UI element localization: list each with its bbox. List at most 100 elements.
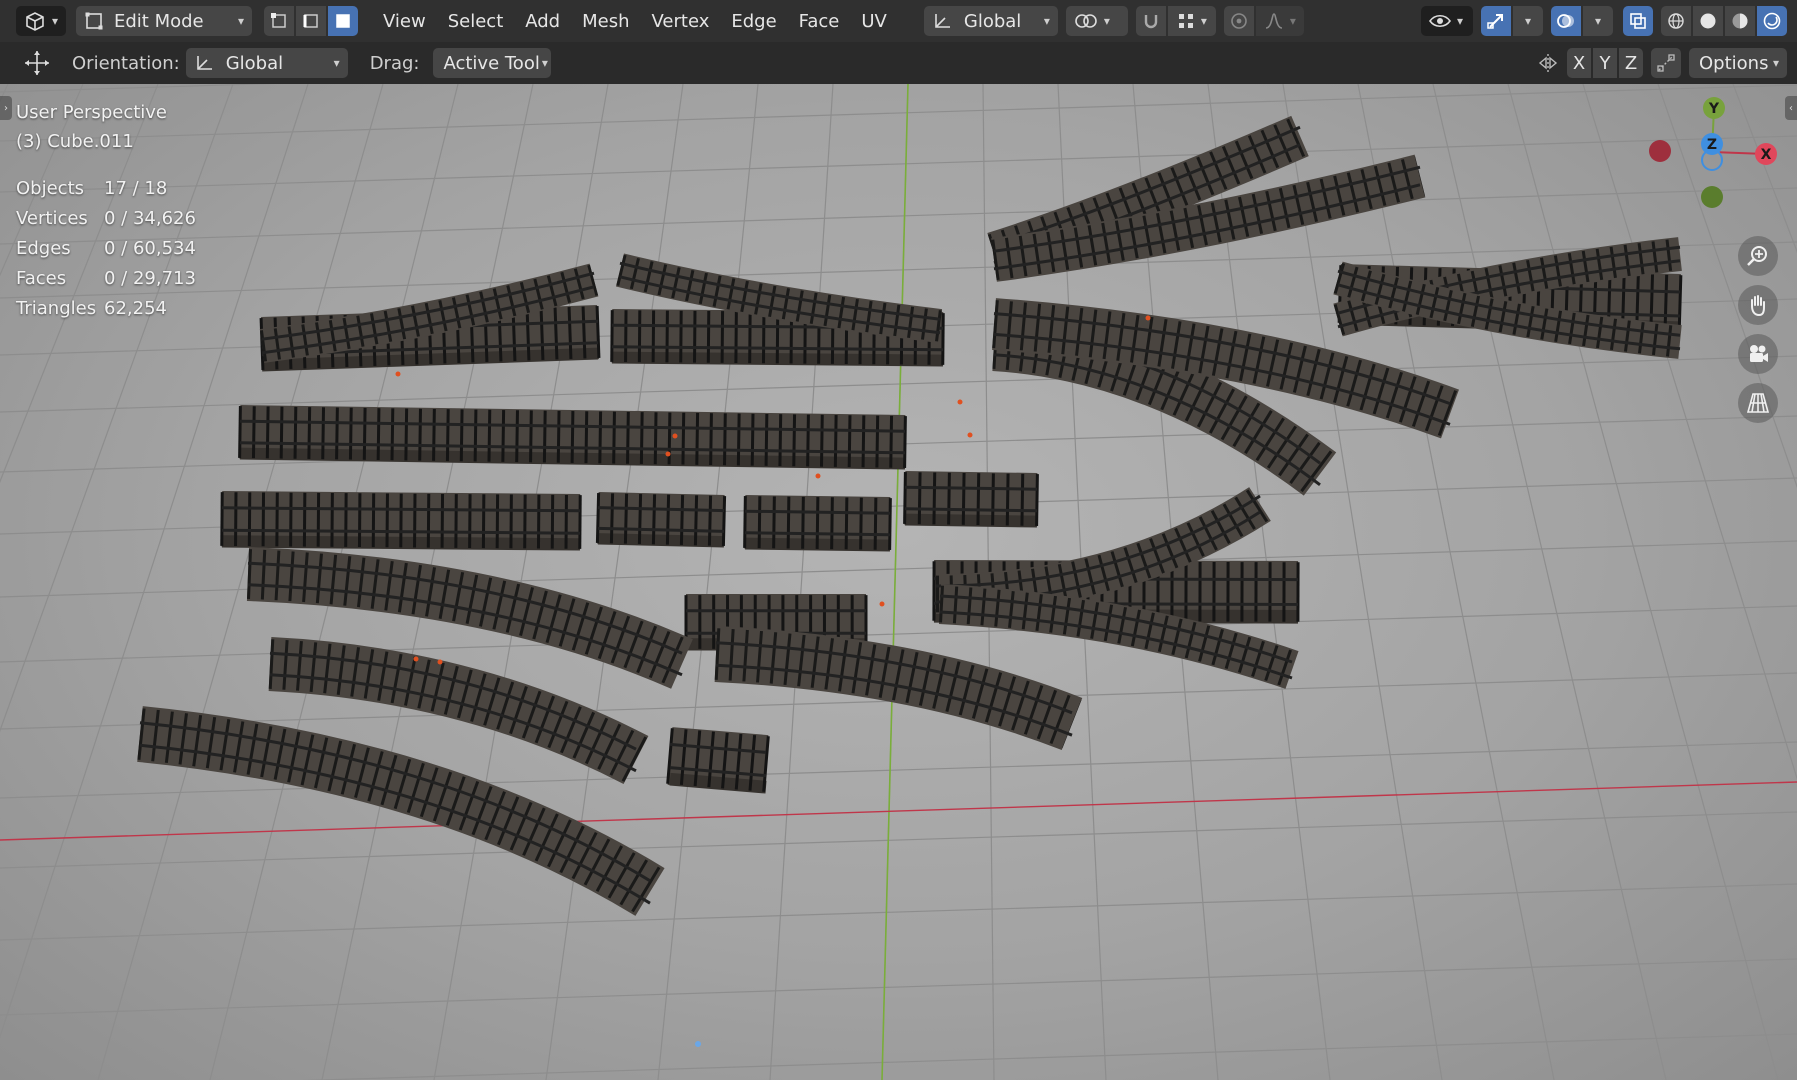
view-name: User Perspective <box>16 102 167 123</box>
stat-row-vertices: Vertices 0 / 34,626 <box>16 204 196 234</box>
proportional-edit-toggle[interactable] <box>1223 6 1254 36</box>
vertex-select-button[interactable] <box>264 6 294 36</box>
chevron-down-icon: ▾ <box>1772 56 1779 70</box>
menu-edge[interactable]: Edge <box>720 11 787 32</box>
options-dropdown[interactable]: Options ▾ <box>1689 48 1787 78</box>
active-object-name: (3) Cube.011 <box>16 131 134 152</box>
origin-marker <box>672 433 678 439</box>
mirror-x-toggle[interactable]: X <box>1567 48 1591 78</box>
menu-add[interactable]: Add <box>514 11 571 32</box>
origin-marker <box>1145 315 1151 321</box>
stat-label: Vertices <box>16 208 88 229</box>
3d-viewport[interactable]: › ‹ User Perspective (3) Cube.011 Object… <box>0 84 1797 1080</box>
zoom-icon <box>1747 246 1767 266</box>
menu-uv[interactable]: UV <box>850 11 898 32</box>
pan-button[interactable] <box>1738 285 1778 325</box>
topology-mirror-icon <box>1657 54 1675 72</box>
orientation-dropdown[interactable]: Global ▾ <box>185 48 348 78</box>
mode-dropdown[interactable]: Edit Mode ▾ <box>76 6 252 36</box>
drag-label: Drag: <box>369 52 420 74</box>
wireframe-shading-button[interactable] <box>1661 6 1691 36</box>
stat-value: 17 / 18 <box>104 178 168 199</box>
overlays-toggle[interactable] <box>1551 6 1581 36</box>
negative-x-axis-handle <box>1649 140 1671 162</box>
camera-view-button[interactable] <box>1738 334 1778 374</box>
origin-marker <box>395 371 401 377</box>
mirror-z-toggle[interactable]: Z <box>1619 48 1643 78</box>
menu-view[interactable]: View <box>372 11 437 32</box>
toolbar-expand-tab[interactable]: › <box>0 96 12 120</box>
overlays-icon <box>1557 14 1574 28</box>
projection-toggle-button[interactable] <box>1738 383 1778 423</box>
scene-statistics: Objects 17 / 18 Vertices 0 / 34,626 Edges 0… <box>16 174 196 324</box>
drag-value: Active Tool <box>443 52 540 74</box>
mirror-y-label: Y <box>1599 52 1611 74</box>
menu-vertex[interactable]: Vertex <box>641 11 721 32</box>
butterfly-mirror-icon <box>1538 54 1558 72</box>
menu-mesh[interactable]: Mesh <box>571 11 640 32</box>
falloff-curve-icon <box>1265 13 1283 29</box>
track-piece-0 <box>238 405 907 470</box>
track-piece-24 <box>714 626 1083 751</box>
visibility-dropdown[interactable]: ▾ <box>1421 6 1473 36</box>
chevron-down-icon: ▾ <box>237 14 244 28</box>
face-select-button[interactable] <box>328 6 358 36</box>
menu-face[interactable]: Face <box>788 11 851 32</box>
chevron-down-icon: ▾ <box>51 14 58 28</box>
editor-type-dropdown[interactable]: ▾ <box>16 6 66 36</box>
orientation-axes-icon <box>196 56 212 70</box>
origin-marker <box>665 451 671 457</box>
stat-row-edges: Edges 0 / 60,534 <box>16 234 196 264</box>
stat-value: 0 / 29,713 <box>104 268 196 289</box>
gizmo-z-label: Z <box>1707 137 1717 153</box>
transform-orientation-value: Global <box>963 10 1022 32</box>
stat-value: 0 / 34,626 <box>104 208 196 229</box>
edge-select-button[interactable] <box>296 6 326 36</box>
y-axis-line <box>881 84 909 1080</box>
falloff-dropdown[interactable]: ▾ <box>1255 6 1304 36</box>
menu-select[interactable]: Select <box>437 11 515 32</box>
topology-mirror-toggle[interactable] <box>1651 48 1681 78</box>
snap-toggle[interactable] <box>1135 6 1166 36</box>
chevron-down-icon: ▾ <box>1200 14 1207 28</box>
track-piece-2 <box>595 492 727 548</box>
wireframe-sphere-icon <box>1668 13 1684 29</box>
material-sphere-icon <box>1732 13 1748 29</box>
viewport-canvas <box>0 84 1797 1080</box>
navigation-gizmo[interactable]: Y Z X <box>1640 92 1790 212</box>
edge-select-icon <box>303 14 318 28</box>
gizmo-toggle[interactable] <box>1481 6 1511 36</box>
origin-marker <box>967 432 973 438</box>
mirror-y-toggle[interactable]: Y <box>1593 48 1617 78</box>
xray-icon <box>1630 13 1646 29</box>
magnet-icon <box>1144 15 1158 29</box>
mirror-x-label: X <box>1572 52 1586 74</box>
pivot-point-dropdown[interactable]: ▾ <box>1065 6 1128 36</box>
material-shading-button[interactable] <box>1725 6 1755 36</box>
track-piece-1 <box>220 491 582 551</box>
origin-marker <box>815 473 821 479</box>
stat-row-faces: Faces 0 / 29,713 <box>16 264 196 294</box>
proportional-group: ▾ <box>1223 6 1304 36</box>
overlays-dropdown[interactable]: ▾ <box>1583 6 1613 36</box>
options-label: Options <box>1699 52 1769 74</box>
stat-label: Triangles <box>16 298 97 319</box>
transform-orientation-dropdown[interactable]: Global ▾ <box>923 6 1058 36</box>
editor-header: ▾ Edit Mode ▾ View Select Add Mesh Verte… <box>0 0 1797 42</box>
drag-dropdown[interactable]: Active Tool ▾ <box>433 48 552 78</box>
origin-marker <box>957 399 963 405</box>
track-piece-4 <box>903 471 1039 528</box>
chevron-down-icon: ▾ <box>1043 14 1050 28</box>
zoom-button[interactable] <box>1738 236 1778 276</box>
snap-target-dropdown[interactable]: ▾ <box>1167 6 1216 36</box>
xray-toggle[interactable] <box>1623 6 1653 36</box>
solid-sphere-icon <box>1700 13 1716 29</box>
rendered-shading-button[interactable] <box>1757 6 1787 36</box>
x-axis-line <box>0 781 1797 841</box>
gizmo-dropdown[interactable]: ▾ <box>1513 6 1543 36</box>
chevron-down-icon: ▾ <box>1289 14 1296 28</box>
origin-marker <box>437 659 443 665</box>
gizmo-arrow-icon <box>1487 14 1503 29</box>
pivot-icon <box>1075 14 1097 28</box>
solid-shading-button[interactable] <box>1693 6 1723 36</box>
